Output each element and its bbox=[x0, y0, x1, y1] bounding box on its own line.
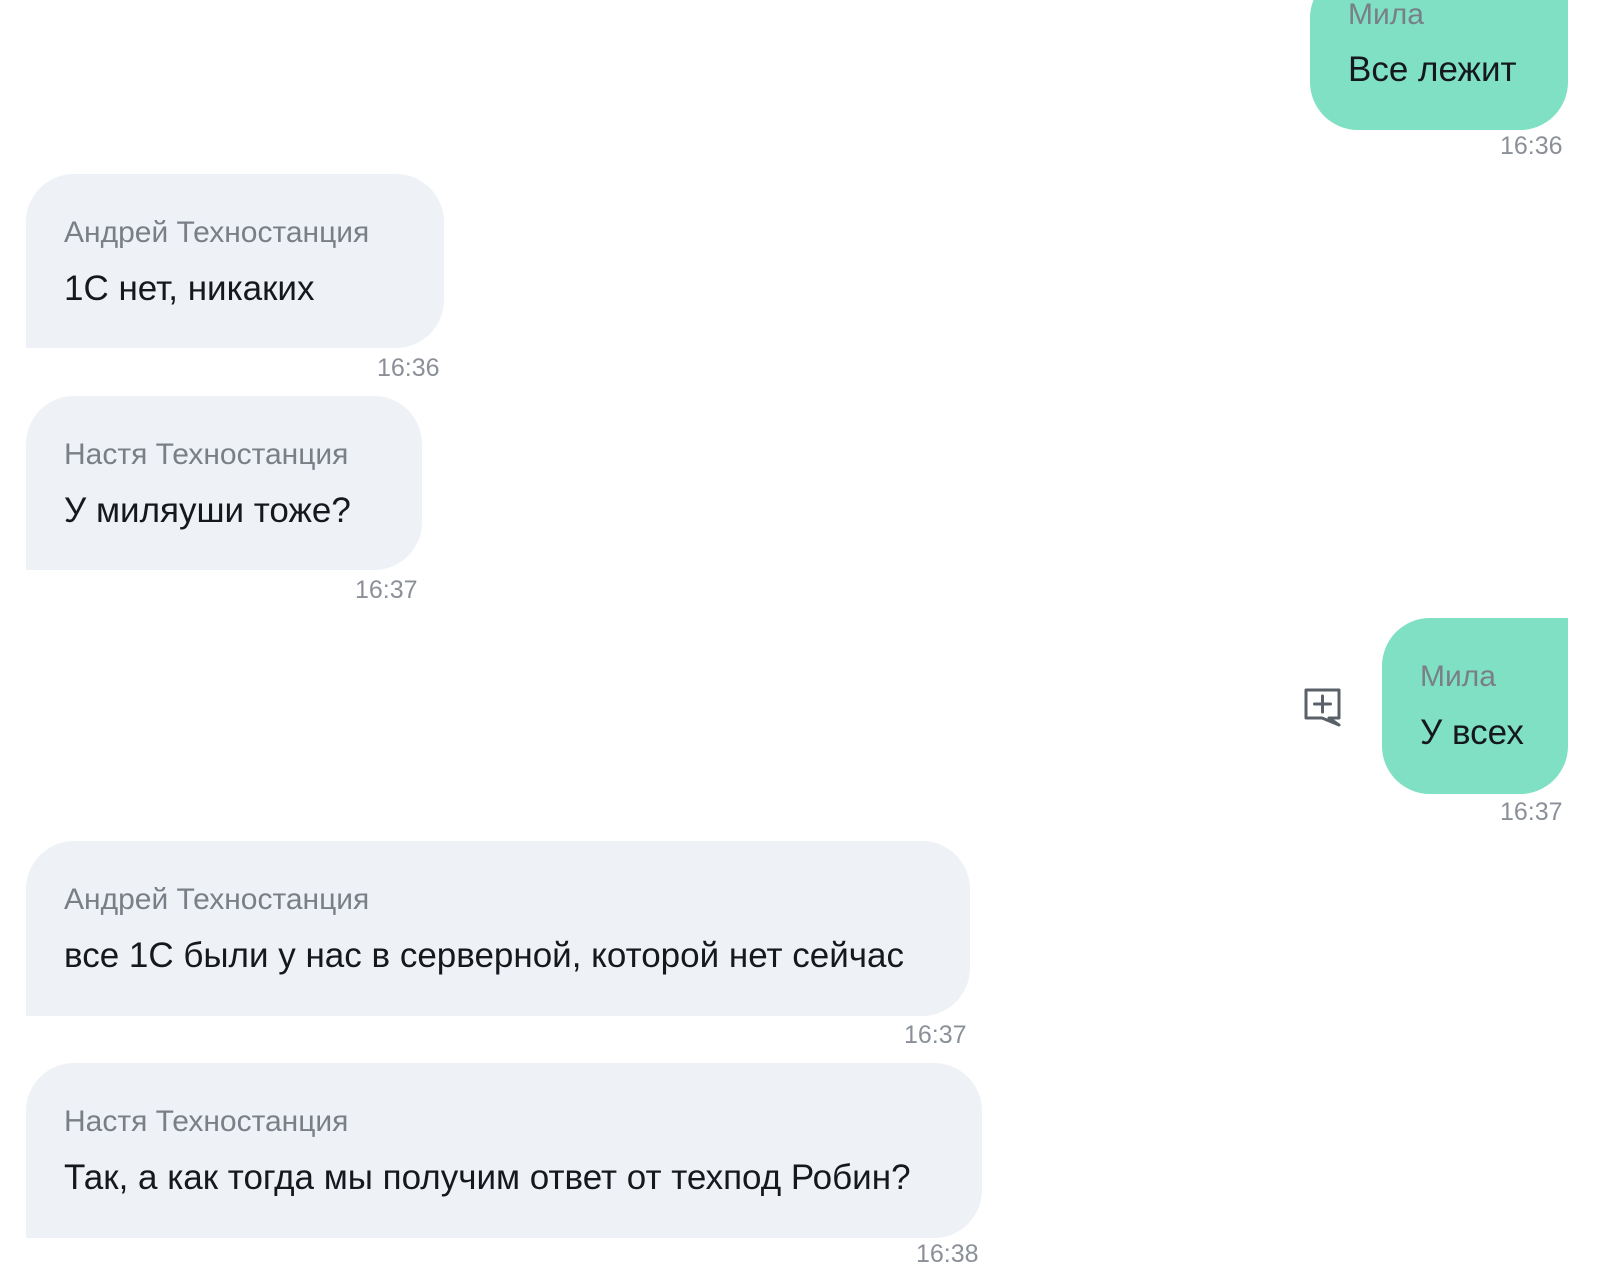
message-text: 1С нет, никаких bbox=[64, 269, 315, 308]
message-sender: Настя Техностанция bbox=[64, 1105, 349, 1138]
message-time: 16:37 bbox=[1500, 798, 1563, 826]
message-bubble-outgoing[interactable]: Мила Все лежит bbox=[1310, 0, 1568, 130]
message-text: У миляуши тоже? bbox=[64, 491, 351, 530]
message-sender: Андрей Техностанция bbox=[64, 216, 370, 249]
message-bubble-outgoing[interactable]: Мила У всех bbox=[1382, 618, 1568, 794]
message-bubble-incoming[interactable]: Настя Техностанция Так, а как тогда мы п… bbox=[26, 1063, 982, 1238]
message-text: Так, а как тогда мы получим ответ от тех… bbox=[64, 1158, 911, 1197]
message-sender: Мила bbox=[1348, 0, 1424, 31]
message-text: У всех bbox=[1420, 713, 1524, 752]
message-time: 16:36 bbox=[377, 354, 440, 382]
message-time: 16:36 bbox=[1500, 132, 1563, 160]
message-bubble-incoming[interactable]: Настя Техностанция У миляуши тоже? bbox=[26, 396, 422, 570]
message-time: 16:37 bbox=[904, 1021, 967, 1049]
message-bubble-incoming[interactable]: Андрей Техностанция все 1С были у нас в … bbox=[26, 841, 970, 1016]
message-sender: Настя Техностанция bbox=[64, 438, 349, 471]
message-sender: Мила bbox=[1420, 660, 1496, 693]
add-comment-icon[interactable] bbox=[1302, 686, 1344, 728]
message-sender: Андрей Техностанция bbox=[64, 883, 370, 916]
message-time: 16:37 bbox=[355, 576, 418, 604]
message-text: Все лежит bbox=[1348, 50, 1517, 89]
message-bubble-incoming[interactable]: Андрей Техностанция 1С нет, никаких bbox=[26, 174, 444, 348]
message-text: все 1С были у нас в серверной, которой н… bbox=[64, 936, 904, 975]
